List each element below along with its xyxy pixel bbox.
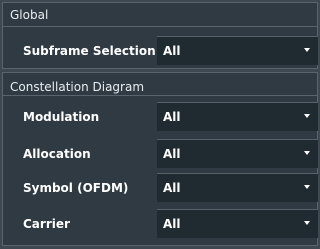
symbol-ofdm-label: Symbol (OFDM) [23, 181, 129, 195]
carrier-label: Carrier [23, 217, 70, 231]
constellation-title-divider [3, 95, 317, 96]
allocation-label: Allocation [23, 147, 91, 161]
chevron-down-icon [304, 221, 310, 225]
constellation-group-title: Constellation Diagram [10, 80, 145, 94]
chevron-down-icon [304, 48, 310, 52]
carrier-dropdown[interactable]: All [157, 209, 318, 238]
symbol-ofdm-value: All [163, 181, 181, 195]
subframe-selection-dropdown[interactable]: All [157, 36, 318, 65]
allocation-dropdown[interactable]: All [157, 139, 318, 168]
carrier-value: All [163, 217, 181, 231]
modulation-value: All [163, 110, 181, 124]
settings-panel: Global Subframe Selection All Constellat… [0, 0, 320, 249]
subframe-selection-value: All [163, 44, 181, 58]
allocation-value: All [163, 147, 181, 161]
chevron-down-icon [304, 114, 310, 118]
modulation-dropdown[interactable]: All [157, 102, 318, 131]
global-group-title: Global [10, 8, 49, 22]
chevron-down-icon [304, 151, 310, 155]
symbol-ofdm-dropdown[interactable]: All [157, 173, 318, 202]
global-title-divider [3, 26, 317, 27]
chevron-down-icon [304, 185, 310, 189]
modulation-label: Modulation [23, 110, 100, 124]
global-group: Global Subframe Selection All [2, 2, 318, 69]
subframe-selection-label: Subframe Selection [23, 44, 156, 58]
constellation-diagram-group: Constellation Diagram Modulation All All… [2, 72, 318, 246]
